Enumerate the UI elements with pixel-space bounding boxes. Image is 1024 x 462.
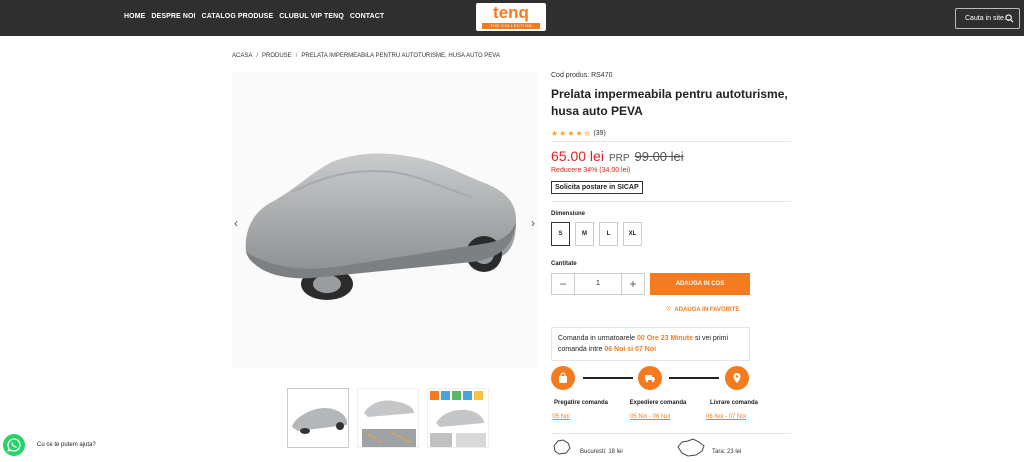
image-prev-arrow-icon[interactable]: ‹ <box>234 216 238 230</box>
heart-icon: ♡ <box>666 307 672 313</box>
size-selector: S M L XL <box>551 222 642 246</box>
truck-icon <box>638 366 662 390</box>
size-label: Dimensiune <box>551 211 586 217</box>
bag-icon <box>551 366 575 390</box>
main-nav: HOME DESPRE NOI CATALOG PRODUSE CLUBUL V… <box>124 13 384 20</box>
sicap-button[interactable]: Solicita postare in SICAP <box>551 181 643 194</box>
logo-text: tenq <box>493 3 529 22</box>
divider <box>551 433 791 434</box>
step-connector <box>583 377 633 379</box>
discount-text: Reducere 34% (34.00 lei) <box>551 167 631 174</box>
timer-window: 06 Noi si 07 Noi <box>604 346 657 353</box>
shipping-bucharest: Bucuresti: 18 lei <box>580 449 623 455</box>
step-date-prepare: 05 Noi <box>552 414 570 420</box>
breadcrumb: ACASA / PRODUSE / PRELATA IMPERMEABILA P… <box>232 53 500 59</box>
step-date-deliver: 06 Noi - 07 Noi <box>705 414 747 420</box>
divider <box>551 141 791 142</box>
quantity-stepper: − 1 + <box>551 273 645 295</box>
divider <box>551 201 791 202</box>
nav-contact[interactable]: CONTACT <box>350 13 384 20</box>
star-icon: ★ <box>575 129 583 138</box>
romania-map-icon <box>677 438 705 457</box>
timer-countdown: 00 Ore 23 Minute <box>637 335 694 342</box>
nav-catalog[interactable]: CATALOG PRODUSE <box>202 13 274 20</box>
thumbnail-1[interactable] <box>287 388 349 448</box>
breadcrumb-products[interactable]: PRODUSE <box>262 53 292 59</box>
size-option-m[interactable]: M <box>575 222 594 246</box>
whatsapp-icon[interactable] <box>3 434 25 456</box>
chat-prompt[interactable]: Cu ce te putem ajuta? <box>37 442 96 448</box>
step-date-ship: 05 Noi - 06 Noi <box>629 414 671 420</box>
step-label-deliver: Livrare comanda <box>709 400 759 406</box>
shipping-country: Tara: 23 lei <box>712 449 742 455</box>
thumbnail-strip <box>287 388 489 448</box>
bucharest-map-icon <box>553 439 571 455</box>
old-price: 99.00 lei <box>634 149 684 164</box>
delivery-steps <box>551 366 751 390</box>
size-option-s[interactable]: S <box>551 222 570 246</box>
step-label-prepare: Pregatire comanda <box>553 400 609 406</box>
quantity-decrease-button[interactable]: − <box>552 274 574 294</box>
review-count[interactable]: (39) <box>593 130 605 137</box>
breadcrumb-separator: / <box>295 53 298 59</box>
star-icon: ★ <box>567 129 575 138</box>
product-main-image[interactable] <box>232 72 537 368</box>
image-next-arrow-icon[interactable]: › <box>531 216 535 230</box>
car-cover-image <box>245 153 517 300</box>
step-label-ship: Expediere comanda <box>629 400 687 406</box>
half-star-icon: ✮ <box>583 129 591 138</box>
star-icon: ★ <box>559 129 567 138</box>
add-to-favorites-label: ADAUGA IN FAVORITE <box>674 306 740 313</box>
thumbnail-3[interactable] <box>427 388 489 448</box>
delivery-timer: Comanda in urmatoarele 00 Ore 23 Minute … <box>551 327 750 361</box>
breadcrumb-home[interactable]: ACASA <box>232 53 252 59</box>
star-icon: ★ <box>551 129 559 138</box>
site-logo[interactable]: tenq THE COLLECTION <box>476 3 546 31</box>
step-connector <box>669 377 719 379</box>
thumbnail-2[interactable] <box>357 388 419 448</box>
price-block: 65.00 lei PRP 99.00 lei <box>551 148 684 164</box>
timer-prefix: Comanda in urmatoarele <box>558 335 636 342</box>
add-to-cart-button[interactable]: ADAUGA IN COS <box>650 273 750 295</box>
top-navbar: HOME DESPRE NOI CATALOG PRODUSE CLUBUL V… <box>0 0 1024 36</box>
quantity-input[interactable]: 1 <box>574 274 622 294</box>
nav-about[interactable]: DESPRE NOI <box>151 13 195 20</box>
size-option-xl[interactable]: XL <box>623 222 642 246</box>
current-price: 65.00 lei <box>551 148 604 164</box>
quantity-increase-button[interactable]: + <box>622 274 644 294</box>
product-title: Prelata impermeabila pentru autoturisme,… <box>551 87 788 118</box>
product-code: Cod produs: RS470 <box>551 72 613 79</box>
quantity-label: Cantitate <box>551 261 577 267</box>
size-option-l[interactable]: L <box>599 222 618 246</box>
location-pin-icon <box>725 366 749 390</box>
breadcrumb-current: PRELATA IMPERMEABILA PENTRU AUTOTURISME,… <box>301 53 500 59</box>
logo-tagline: THE COLLECTION <box>482 23 540 29</box>
rrp-label: PRP <box>608 153 630 164</box>
search-box[interactable]: Cauta in site... <box>955 8 1020 29</box>
breadcrumb-separator: / <box>256 53 259 59</box>
search-icon[interactable] <box>1005 14 1014 23</box>
add-to-favorites-link[interactable]: ♡ ADAUGA IN FAVORITE <box>666 306 740 314</box>
search-input[interactable]: Cauta in site... <box>965 15 1010 22</box>
rating[interactable]: ★ ★ ★ ★ ✮ (39) <box>551 129 606 138</box>
nav-vip-club[interactable]: CLUBUL VIP TENQ <box>279 13 344 20</box>
nav-home[interactable]: HOME <box>124 13 145 20</box>
